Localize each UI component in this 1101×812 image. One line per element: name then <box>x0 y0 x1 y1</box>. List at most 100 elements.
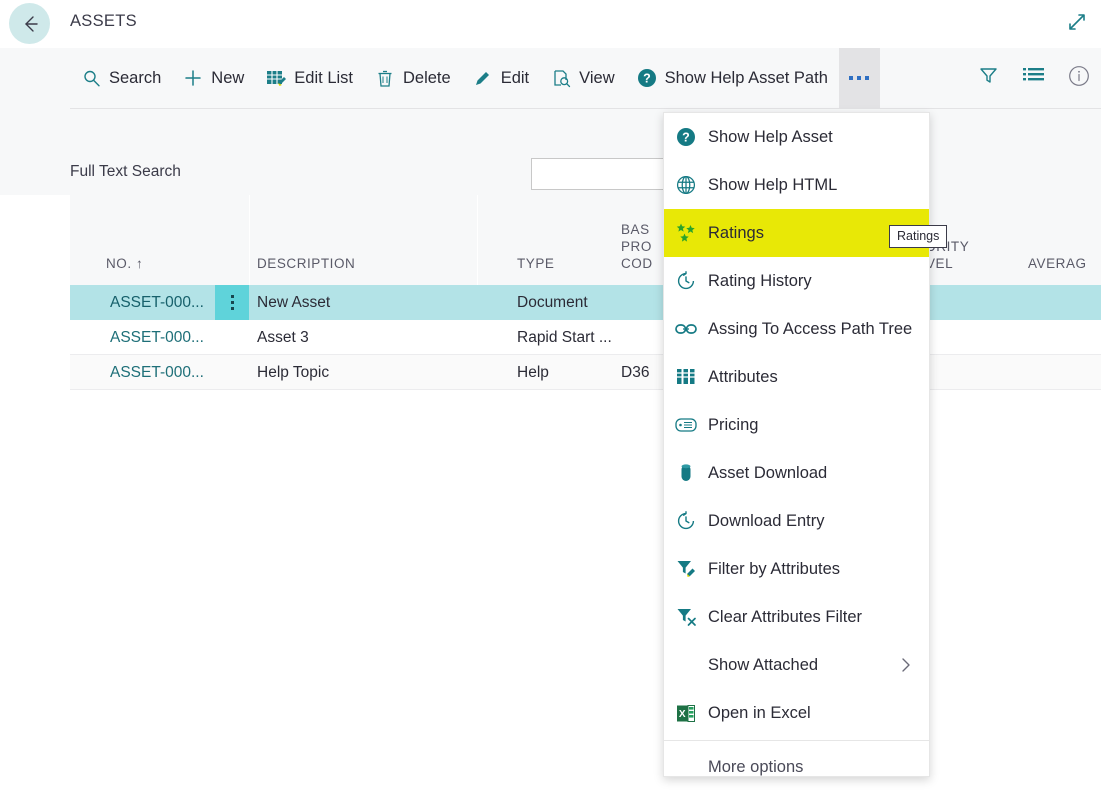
ellipsis-dot <box>849 76 854 80</box>
arrow-left-icon <box>18 12 42 36</box>
show-help-asset-path-button[interactable]: ? Show Help Asset Path <box>626 48 839 108</box>
pencil-icon <box>473 68 493 88</box>
menu-item-show-help-html[interactable]: Show Help HTML <box>664 161 929 209</box>
menu-item-label: Clear Attributes Filter <box>708 607 863 626</box>
svg-text:X: X <box>679 709 686 720</box>
menu-item-label: Show Help HTML <box>708 175 838 194</box>
column-header-average[interactable]: AVERAG <box>1028 255 1087 272</box>
menu-item-show-help-asset[interactable]: ? Show Help Asset <box>664 113 929 161</box>
svg-text:?: ? <box>682 131 690 145</box>
full-text-search-label: Full Text Search <box>70 163 181 180</box>
expand-diagonal-icon <box>1066 11 1088 38</box>
excel-icon: X <box>674 701 698 725</box>
app-window: ASSETS Search New Edit List Delete Edit … <box>0 0 1101 812</box>
link-chain-icon <box>674 317 698 341</box>
column-header-no[interactable]: NO. ↑ <box>106 255 143 272</box>
cell-type: Document <box>517 293 588 311</box>
menu-item-open-in-excel[interactable]: X Open in Excel <box>664 689 929 737</box>
clock-history-icon <box>674 269 698 293</box>
clock-history-icon <box>674 509 698 533</box>
filter-clear-icon <box>674 605 698 629</box>
grid-body: ASSET-000... New Asset Document ASSET-00… <box>70 285 1101 390</box>
view-button[interactable]: View <box>540 48 625 108</box>
menu-item-asset-download[interactable]: Asset Download <box>664 449 929 497</box>
edit-button[interactable]: Edit <box>462 48 540 108</box>
search-button[interactable]: Search <box>70 48 172 108</box>
menu-item-assign-to-access-path-tree[interactable]: Assing To Access Path Tree <box>664 305 929 353</box>
overflow-menu-button[interactable] <box>838 48 880 108</box>
row-actions-button[interactable] <box>215 285 249 320</box>
help-circle-icon: ? <box>674 125 698 149</box>
command-bar-divider <box>70 108 1101 109</box>
grid-empty-area <box>0 415 1101 812</box>
cell-no: ASSET-000... <box>110 293 204 311</box>
cell-type: Rapid Start ... <box>517 328 612 346</box>
menu-item-attributes[interactable]: Attributes <box>664 353 929 401</box>
delete-button[interactable]: Delete <box>364 48 462 108</box>
overflow-dropdown-menu: ? Show Help Asset Show Help HTML Ratings… <box>663 112 930 777</box>
menu-item-label: Open in Excel <box>708 703 811 722</box>
table-row[interactable]: ASSET-000... Asset 3 Rapid Start ... <box>70 320 1101 355</box>
view-page-icon <box>551 68 571 88</box>
menu-item-label: Show Attached <box>708 655 819 674</box>
menu-item-pricing[interactable]: Pricing <box>664 401 929 449</box>
column-header-description[interactable]: DESCRIPTION <box>257 255 355 272</box>
cell-no: ASSET-000... <box>110 328 204 346</box>
info-circle-icon <box>1068 65 1090 92</box>
menu-item-more-options[interactable]: More options <box>664 741 929 793</box>
download-cylinder-icon <box>674 461 698 485</box>
menu-item-label: Ratings <box>708 223 764 242</box>
new-button-label: New <box>211 68 245 87</box>
header-divider <box>477 195 478 285</box>
filter-button[interactable] <box>966 48 1011 108</box>
filter-funnel-icon <box>978 65 999 91</box>
new-button[interactable]: New <box>172 48 255 108</box>
list-view-button[interactable] <box>1011 48 1056 108</box>
svg-text:?: ? <box>643 72 651 86</box>
menu-item-label: Asset Download <box>708 463 828 482</box>
column-header-base-product-code[interactable]: BAS PRO COD <box>621 221 653 272</box>
table-row[interactable]: ASSET-000... New Asset Document <box>70 285 1101 320</box>
list-view-icon <box>1023 67 1044 90</box>
plus-icon <box>183 68 203 88</box>
attributes-grid-icon <box>674 365 698 389</box>
show-help-asset-path-label: Show Help Asset Path <box>664 68 828 87</box>
menu-item-label: Attributes <box>708 367 778 386</box>
search-icon <box>81 68 101 88</box>
menu-item-rating-history[interactable]: Rating History <box>664 257 929 305</box>
menu-item-label: Assing To Access Path Tree <box>708 319 913 338</box>
title-bar: ASSETS <box>0 0 1101 48</box>
ratings-tooltip: Ratings <box>889 225 948 248</box>
ellipsis-dot <box>865 76 870 80</box>
menu-item-label: Download Entry <box>708 511 825 530</box>
menu-item-show-attached[interactable]: Show Attached <box>664 641 929 689</box>
search-button-label: Search <box>109 68 162 87</box>
menu-item-filter-by-attributes[interactable]: Filter by Attributes <box>664 545 929 593</box>
edit-list-icon <box>266 68 287 88</box>
command-bar-right-icons <box>966 48 1101 108</box>
column-header-type[interactable]: TYPE <box>517 255 554 272</box>
row-dot <box>230 295 234 298</box>
page-title: ASSETS <box>70 12 137 30</box>
back-button[interactable] <box>9 3 50 44</box>
filter-pencil-icon <box>674 557 698 581</box>
menu-item-clear-attributes-filter[interactable]: Clear Attributes Filter <box>664 593 929 641</box>
cell-description: Asset 3 <box>257 328 309 346</box>
menu-item-label: Pricing <box>708 415 759 434</box>
menu-item-download-entry[interactable]: Download Entry <box>664 497 929 545</box>
menu-item-label: Show Help Asset <box>708 127 833 146</box>
cell-no: ASSET-000... <box>110 363 204 381</box>
stars-rating-icon <box>674 221 698 245</box>
edit-list-button[interactable]: Edit List <box>255 48 364 108</box>
edit-button-label: Edit <box>500 68 530 87</box>
ellipsis-dot <box>857 76 862 80</box>
cell-type: Help <box>517 363 549 381</box>
menu-item-label: Filter by Attributes <box>708 559 841 578</box>
header-divider <box>249 195 250 285</box>
expand-button[interactable] <box>1059 6 1095 42</box>
command-bar-items: Search New Edit List Delete Edit View ? … <box>70 48 880 108</box>
info-button[interactable] <box>1056 48 1101 108</box>
table-row[interactable]: ASSET-000... Help Topic Help D36 <box>70 355 1101 390</box>
help-circle-icon: ? <box>637 68 657 88</box>
row-dot <box>230 301 234 304</box>
